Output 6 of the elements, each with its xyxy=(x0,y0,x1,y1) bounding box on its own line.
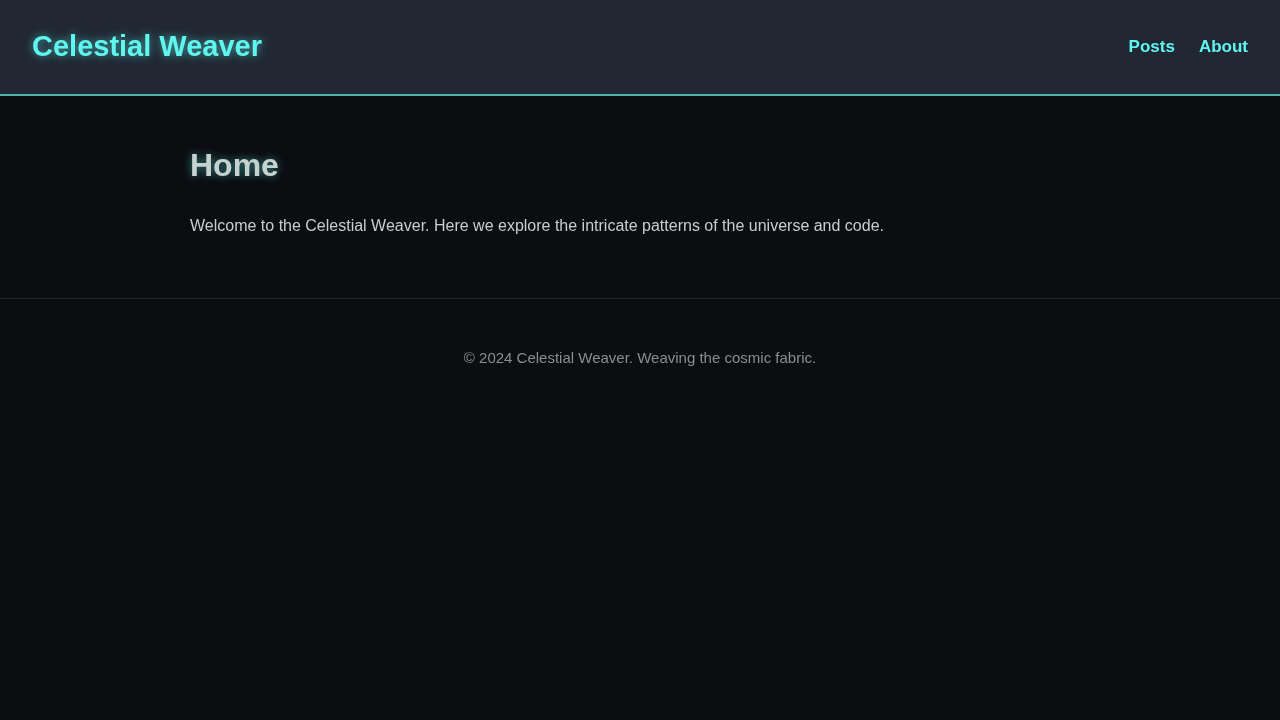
site-title[interactable]: Celestial Weaver xyxy=(32,25,262,69)
page-heading: Home xyxy=(190,146,280,185)
footer-text: © 2024 Celestial Weaver. Weaving the cosmic fabric. xyxy=(463,349,817,367)
intro-paragraph: Welcome to the Celestial Weaver. Here we explore the intricate patterns of the universe and code. xyxy=(190,216,885,237)
nav-link[interactable]: Posts xyxy=(1128,34,1175,60)
nav-link[interactable]: About xyxy=(1198,34,1248,60)
